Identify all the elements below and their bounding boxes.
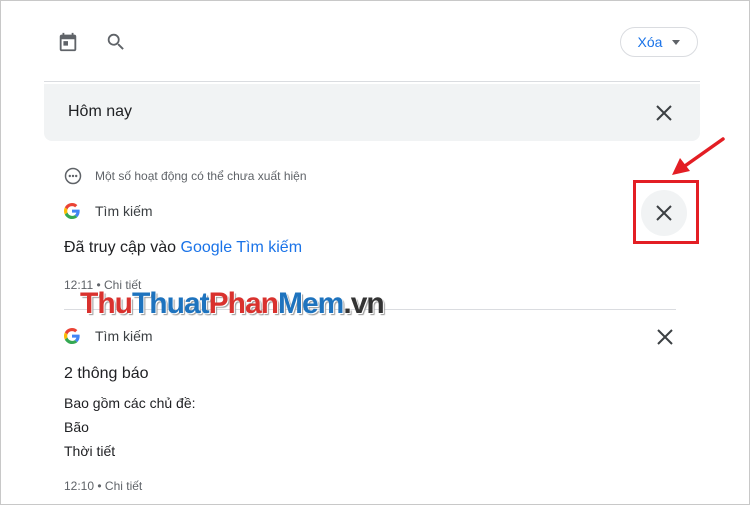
entry-meta[interactable]: 12:10 • Chi tiết: [64, 479, 142, 493]
section-title: Hôm nay: [68, 103, 133, 120]
search-icon[interactable]: [104, 30, 128, 54]
entry-title: 2 thông báo: [64, 365, 149, 382]
chevron-down-icon: [672, 40, 681, 45]
close-icon[interactable]: [655, 327, 675, 347]
activity-notice: Một số hoạt động có thể chưa xuất hiện: [64, 166, 307, 186]
entry-title-link[interactable]: Google Tìm kiếm: [181, 239, 303, 256]
entry-body-line: Bão: [64, 419, 89, 435]
today-section-header: Hôm nay: [44, 84, 700, 141]
entry-source: Tìm kiếm: [64, 201, 153, 221]
entry-body-line: Thời tiết: [64, 443, 116, 459]
delete-button-label: Xóa: [637, 34, 663, 50]
more-horiz-icon: [64, 167, 82, 185]
entry-title: Đã truy cập vào Google Tìm kiếm: [64, 239, 302, 257]
entry-source-label: Tìm kiếm: [95, 203, 153, 219]
entry-source: Tìm kiếm: [64, 326, 153, 346]
entry-title-prefix: Đã truy cập vào: [64, 239, 181, 256]
entry-body-line: Bao gồm các chủ đề:: [64, 395, 196, 411]
calendar-icon[interactable]: [56, 30, 80, 54]
google-icon: [64, 328, 80, 344]
entry-source-label: Tìm kiếm: [95, 328, 153, 344]
delete-button[interactable]: Xóa: [620, 27, 698, 57]
notice-text: Một số hoạt động có thể chưa xuất hiện: [95, 169, 307, 183]
watermark-logo: ThuThuatPhanMem.vn: [80, 287, 385, 320]
divider: [44, 81, 700, 82]
highlight-box: [633, 180, 699, 244]
google-icon: [64, 203, 80, 219]
arrow-annotation-icon: [672, 137, 725, 175]
close-icon[interactable]: [654, 103, 674, 123]
